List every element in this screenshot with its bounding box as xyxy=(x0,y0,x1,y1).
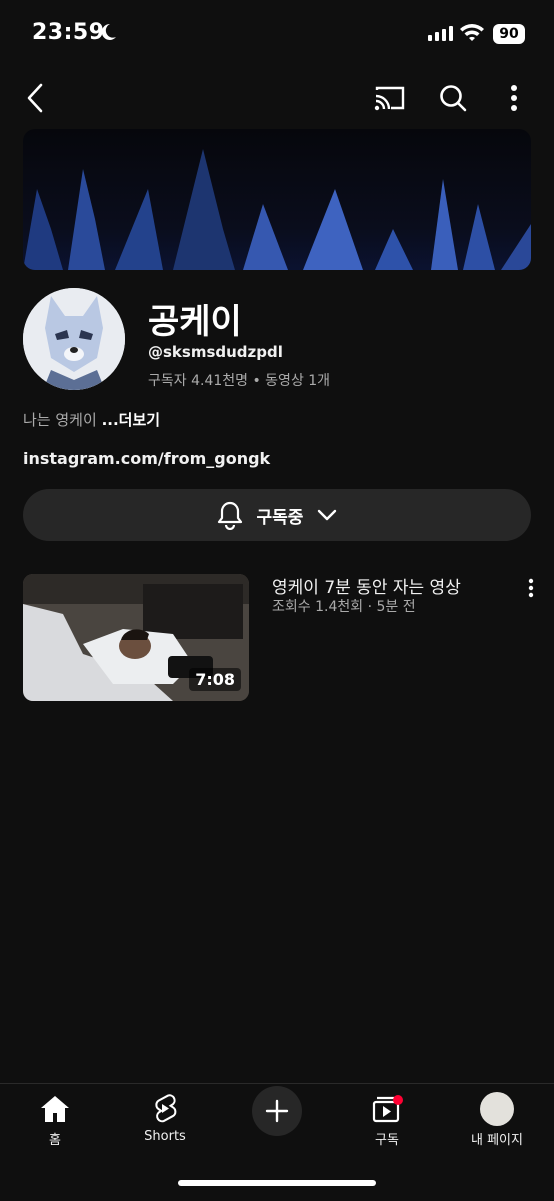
nav-home[interactable]: 홈 xyxy=(0,1084,110,1164)
channel-banner xyxy=(23,129,531,270)
chevron-down-icon xyxy=(318,509,337,521)
battery-indicator: 90 xyxy=(493,24,525,44)
video-title[interactable]: 영케이 7분 동안 자는 영상 xyxy=(272,573,461,598)
home-indicator xyxy=(178,1180,376,1186)
moon-icon xyxy=(101,23,116,40)
search-icon xyxy=(440,85,467,112)
subscriptions-icon xyxy=(372,1095,403,1123)
more-link[interactable]: ...더보기 xyxy=(102,411,161,429)
cast-icon xyxy=(374,86,405,111)
status-bar: 23:59 90 xyxy=(0,0,554,68)
profile-avatar xyxy=(480,1092,514,1126)
chevron-left-icon xyxy=(27,83,43,113)
bell-icon xyxy=(217,501,242,530)
nav-subscriptions[interactable]: 구독 xyxy=(332,1084,442,1164)
subscribe-button[interactable]: 구독중 xyxy=(23,489,531,541)
shorts-icon xyxy=(155,1094,177,1123)
home-icon xyxy=(41,1096,69,1122)
back-button[interactable] xyxy=(18,80,52,116)
wolf-avatar-image xyxy=(23,288,125,390)
channel-handle: @sksmsdudzpdl xyxy=(148,343,283,361)
channel-stats: 구독자 4.41천명 • 동영상 1개 xyxy=(148,373,331,389)
more-vertical-icon xyxy=(528,578,534,598)
subscribe-label: 구독중 xyxy=(256,507,304,528)
cast-button[interactable] xyxy=(370,80,408,116)
video-more-button[interactable] xyxy=(520,576,542,600)
nav-my-page[interactable]: 내 페이지 xyxy=(442,1084,552,1164)
nav-my-page-label: 내 페이지 xyxy=(471,1133,523,1148)
nav-home-label: 홈 xyxy=(49,1133,61,1148)
more-options-button[interactable] xyxy=(500,80,528,116)
create-button[interactable] xyxy=(252,1086,302,1136)
search-button[interactable] xyxy=(434,80,472,116)
channel-description[interactable]: 나는 영케이 ...더보기 xyxy=(23,409,160,430)
nav-create[interactable] xyxy=(222,1084,332,1164)
cellular-signal-icon xyxy=(428,26,453,41)
status-time: 23:59 xyxy=(32,20,105,45)
more-vertical-icon xyxy=(511,85,517,111)
banner-forest-image xyxy=(23,149,531,270)
nav-shorts-label: Shorts xyxy=(144,1129,186,1144)
channel-name: 공케이 xyxy=(148,302,242,342)
wifi-icon xyxy=(460,24,484,41)
channel-avatar[interactable] xyxy=(23,288,125,390)
video-duration: 7:08 xyxy=(189,668,241,691)
plus-icon xyxy=(265,1099,289,1123)
nav-shorts[interactable]: Shorts xyxy=(110,1084,220,1164)
description-text: 나는 영케이 xyxy=(23,411,97,429)
nav-subscriptions-label: 구독 xyxy=(375,1133,399,1148)
video-thumbnail[interactable]: 7:08 xyxy=(23,574,249,701)
video-meta: 조회수 1.4천회 · 5분 전 xyxy=(272,599,416,615)
channel-external-link[interactable]: instagram.com/from_gongk xyxy=(23,449,270,468)
